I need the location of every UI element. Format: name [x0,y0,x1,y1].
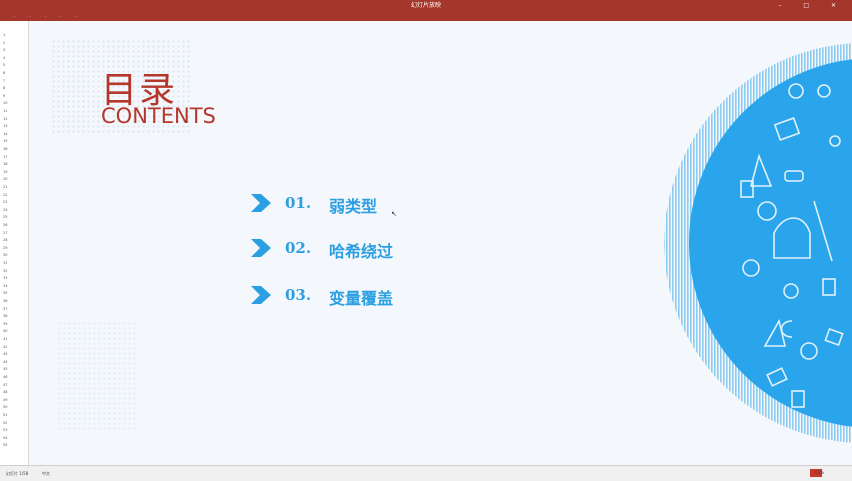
mouse-cursor-icon: ↖ [391,210,397,218]
rail-slide-number[interactable]: 20 [3,177,7,181]
rail-slide-number[interactable]: 17 [3,155,7,159]
rail-slide-number[interactable]: 19 [3,170,7,174]
menu-item[interactable]: · [60,14,61,19]
chevron-right-icon [251,286,271,304]
toc-number: 03. [285,286,312,304]
rail-slide-number[interactable]: 2 [3,41,5,45]
rail-slide-number[interactable]: 1 [3,33,5,37]
rail-slide-number[interactable]: 26 [3,223,7,227]
rail-slide-number[interactable]: 31 [3,261,7,265]
menu-item[interactable]: · [75,14,76,19]
rail-slide-number[interactable]: 53 [3,428,7,432]
rail-slide-number[interactable]: 15 [3,139,7,143]
rail-slide-number[interactable]: 54 [3,436,7,440]
rail-slide-number[interactable]: 37 [3,307,7,311]
rail-slide-number[interactable]: 32 [3,269,7,273]
rail-slide-number[interactable]: 9 [3,94,5,98]
rail-slide-number[interactable]: 42 [3,345,7,349]
education-doodle-circle-decoration [664,43,852,443]
menu-item[interactable]: · [29,14,30,19]
rail-slide-number[interactable]: 45 [3,367,7,371]
rail-slide-number[interactable]: 4 [3,56,5,60]
rail-slide-number[interactable]: 25 [3,215,7,219]
rail-slide-number[interactable]: 5 [3,63,5,67]
rail-slide-number[interactable]: 46 [3,375,7,379]
rail-slide-number[interactable]: 49 [3,398,7,402]
window-title: 幻灯片放映 [410,2,441,9]
rail-slide-number[interactable]: 43 [3,352,7,356]
rail-slide-number[interactable]: 28 [3,238,7,242]
rail-slide-number[interactable]: 22 [3,193,7,197]
slide-subtitle: CONTENTS [101,104,216,128]
rail-slide-number[interactable]: 11 [3,109,7,113]
menu-item[interactable]: · [14,14,15,19]
toc-label: 哈希绕过 [329,242,394,261]
slide-count: 幻灯片 1/58 [6,471,29,476]
chevron-right-icon [251,194,271,212]
slide-thumbnail-rail[interactable]: 1 2 3 4 5 6 7 8 9 10 11 12 13 14 15 16 17 18 19 20 21 22 23 24 2… [0,21,29,465]
rail-slide-number[interactable]: 21 [3,185,7,189]
chevron-right-icon [251,239,271,257]
rail-slide-number[interactable]: 7 [3,79,5,83]
rail-slide-number[interactable]: 52 [3,421,7,425]
language-indicator[interactable]: 中文 [42,471,50,477]
menu-bar[interactable]: · · · · · [0,12,852,21]
rail-slide-number[interactable]: 48 [3,390,7,394]
menu-item[interactable]: · [45,14,46,19]
rail-slide-number[interactable]: 14 [3,132,7,136]
rail-slide-number[interactable]: 30 [3,253,7,257]
rail-slide-number[interactable]: 13 [3,124,7,128]
toc-label: 变量覆盖 [329,289,394,308]
rail-slide-number[interactable]: 51 [3,413,7,417]
rail-slide-number[interactable]: 6 [3,71,5,75]
rail-slide-number[interactable]: 35 [3,291,7,295]
rail-slide-number[interactable]: 38 [3,314,7,318]
rail-slide-number[interactable]: 50 [3,405,7,409]
rail-slide-number[interactable]: 12 [3,117,7,121]
window-controls[interactable]: – □ ✕ [778,0,846,12]
title-bar: 幻灯片放映 – □ ✕ [0,0,852,12]
rail-slide-number[interactable]: 29 [3,246,7,250]
toc-number: 01. [285,194,312,212]
rail-slide-number[interactable]: 55 [3,443,7,447]
status-bar: 幻灯片 1/58 中文 61% [0,465,852,481]
toc-label: 弱类型 [329,197,378,216]
rail-slide-number[interactable]: 10 [3,101,7,105]
rail-slide-number[interactable]: 47 [3,383,7,387]
rail-slide-number[interactable]: 34 [3,284,7,288]
zoom-level[interactable]: 61% [815,470,824,475]
rail-slide-number[interactable]: 33 [3,276,7,280]
slide-canvas: 目录 CONTENTS 01. 弱类型 02. 哈希绕过 03. 变量覆盖 ↖ [29,21,852,465]
rail-slide-number[interactable]: 27 [3,231,7,235]
rail-slide-number[interactable]: 3 [3,48,5,52]
toc-number: 02. [285,239,312,257]
rail-slide-number[interactable]: 8 [3,86,5,90]
rail-slide-number[interactable]: 23 [3,200,7,204]
rail-slide-number[interactable]: 39 [3,322,7,326]
rail-slide-number[interactable]: 18 [3,162,7,166]
dot-pattern-decoration [57,321,137,431]
rail-slide-number[interactable]: 40 [3,329,7,333]
rail-slide-number[interactable]: 44 [3,360,7,364]
rail-slide-number[interactable]: 41 [3,337,7,341]
rail-slide-number[interactable]: 24 [3,208,7,212]
rail-slide-number[interactable]: 16 [3,147,7,151]
rail-slide-number[interactable]: 36 [3,299,7,303]
